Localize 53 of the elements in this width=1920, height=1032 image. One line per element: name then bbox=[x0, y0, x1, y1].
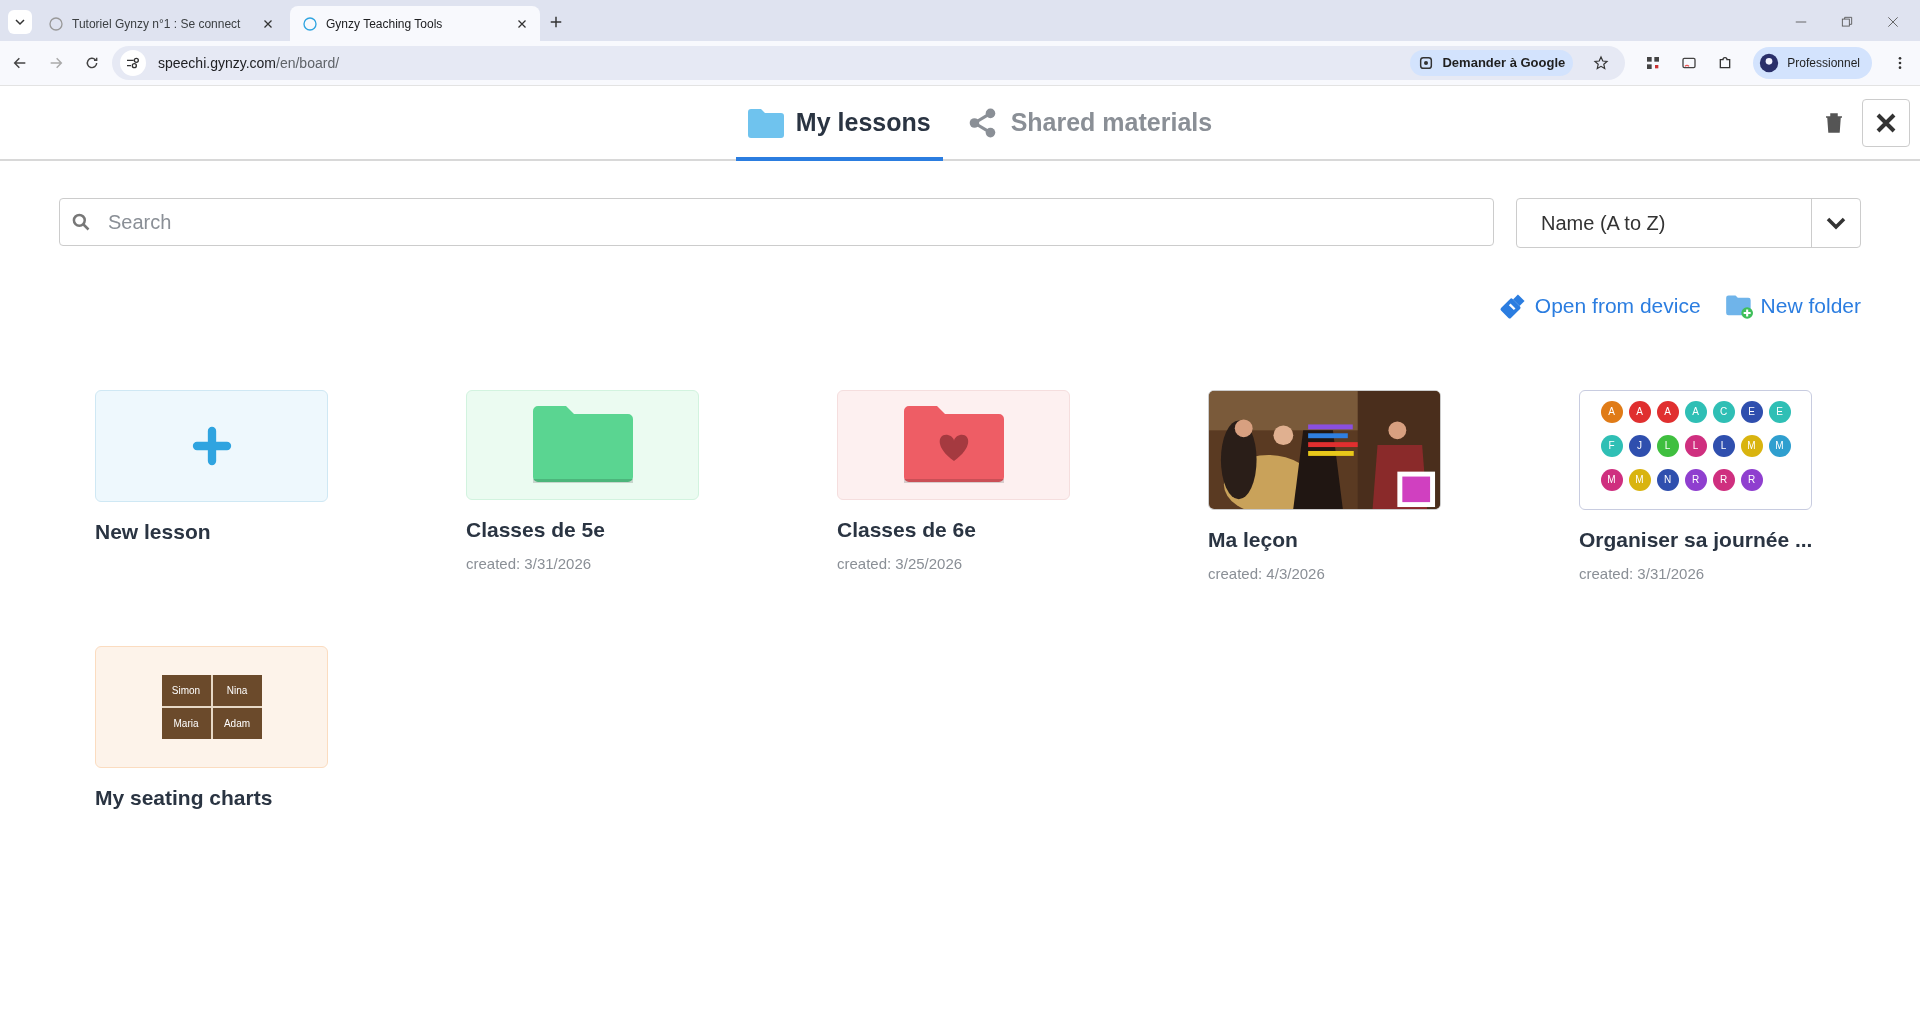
seating-chart-tile[interactable]: Simon Nina Maria Adam bbox=[95, 645, 328, 768]
item-title[interactable]: New lesson bbox=[95, 515, 211, 547]
browser-tab[interactable]: Tutoriel Gynzy n°1 : Se connect bbox=[36, 6, 286, 41]
desk-label: Adam bbox=[212, 707, 262, 739]
avatar-icon bbox=[1759, 53, 1780, 73]
site-settings-icon bbox=[125, 55, 141, 71]
action-link[interactable]: Open from device bbox=[1498, 290, 1701, 322]
close-icon bbox=[1874, 111, 1898, 135]
back-icon bbox=[12, 55, 28, 71]
item-title[interactable]: Ma leçon bbox=[1208, 523, 1298, 555]
sort-dropdown[interactable]: Name (A to Z) bbox=[1516, 198, 1861, 248]
forward-icon bbox=[48, 55, 64, 71]
lesson-thumbnail[interactable]: A A A A C E E F J L L L M M M M N R R R bbox=[1579, 389, 1812, 510]
folder-tile[interactable] bbox=[466, 389, 699, 500]
url-text: speechi.gynzy.com/en/board/ bbox=[158, 53, 341, 73]
action-link[interactable]: New folder bbox=[1724, 290, 1861, 322]
tab-title: Tutoriel Gynzy n°1 : Se connect bbox=[72, 15, 242, 33]
close-icon bbox=[516, 17, 528, 30]
close-icon bbox=[1886, 15, 1900, 29]
plus-icon bbox=[549, 15, 563, 29]
browser-tab[interactable]: Gynzy Teaching Tools bbox=[290, 6, 540, 41]
nav-tab[interactable]: My lessons bbox=[735, 88, 943, 161]
created-date: created: 3/25/2026 bbox=[837, 554, 963, 574]
profile-button[interactable]: Professionnel bbox=[1753, 47, 1872, 79]
lens-icon bbox=[1418, 55, 1435, 71]
plus-icon bbox=[191, 425, 232, 466]
close-button[interactable] bbox=[1862, 99, 1910, 147]
created-date: created: 4/3/2026 bbox=[1208, 564, 1325, 584]
folder-icon bbox=[747, 106, 784, 139]
created-date: created: 3/31/2026 bbox=[1579, 564, 1705, 584]
tab-title: Gynzy Teaching Tools bbox=[326, 15, 444, 33]
tab-list-button[interactable] bbox=[8, 10, 32, 34]
search-field[interactable]: Search bbox=[59, 198, 1494, 246]
item-title[interactable]: Classes de 6e bbox=[837, 513, 976, 545]
chevron-down-icon bbox=[14, 16, 26, 28]
desk-label: Simon bbox=[161, 674, 211, 706]
star-icon bbox=[1593, 55, 1610, 71]
created-date: created: 3/31/2026 bbox=[466, 554, 592, 574]
desk-label: Nina bbox=[212, 674, 262, 706]
new-lesson-tile[interactable] bbox=[95, 389, 328, 502]
search-icon bbox=[71, 212, 91, 232]
cast-icon bbox=[1681, 55, 1698, 71]
qr-code-icon bbox=[1645, 55, 1662, 71]
reload-icon bbox=[84, 55, 100, 71]
item-title[interactable]: My seating charts bbox=[95, 781, 273, 813]
item-title[interactable]: Organiser sa journée ... bbox=[1579, 523, 1813, 555]
address-bar[interactable]: speechi.gynzy.com/en/board/ Demander à Google bbox=[112, 46, 1626, 80]
item-title[interactable]: Classes de 5e bbox=[466, 513, 605, 545]
close-icon bbox=[262, 17, 274, 30]
desk-label: Maria bbox=[161, 707, 211, 739]
restore-icon bbox=[1840, 15, 1854, 29]
ask-google-button[interactable]: Demander à Google bbox=[1410, 50, 1574, 76]
folder-tile[interactable] bbox=[837, 389, 1070, 500]
